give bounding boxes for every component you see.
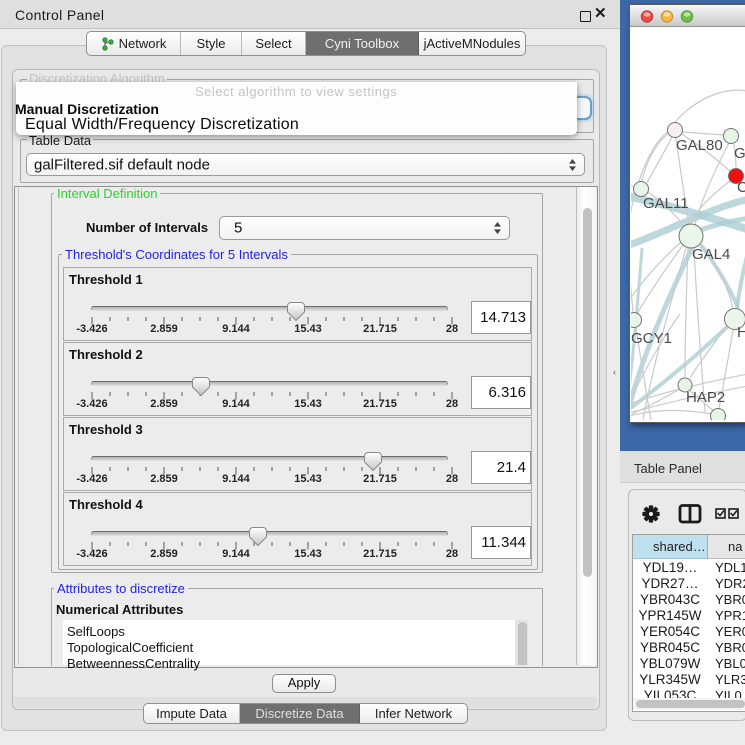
svg-text:C: C — [737, 179, 745, 196]
svg-text:GAL11: GAL11 — [643, 195, 689, 212]
svg-text:HAP2: HAP2 — [686, 389, 725, 406]
svg-text:H: H — [737, 324, 745, 341]
svg-text:GA: GA — [734, 145, 745, 162]
svg-text:GAL4: GAL4 — [692, 246, 730, 263]
svg-text:GCY1: GCY1 — [631, 330, 672, 347]
svg-text:GAL80: GAL80 — [676, 137, 723, 154]
